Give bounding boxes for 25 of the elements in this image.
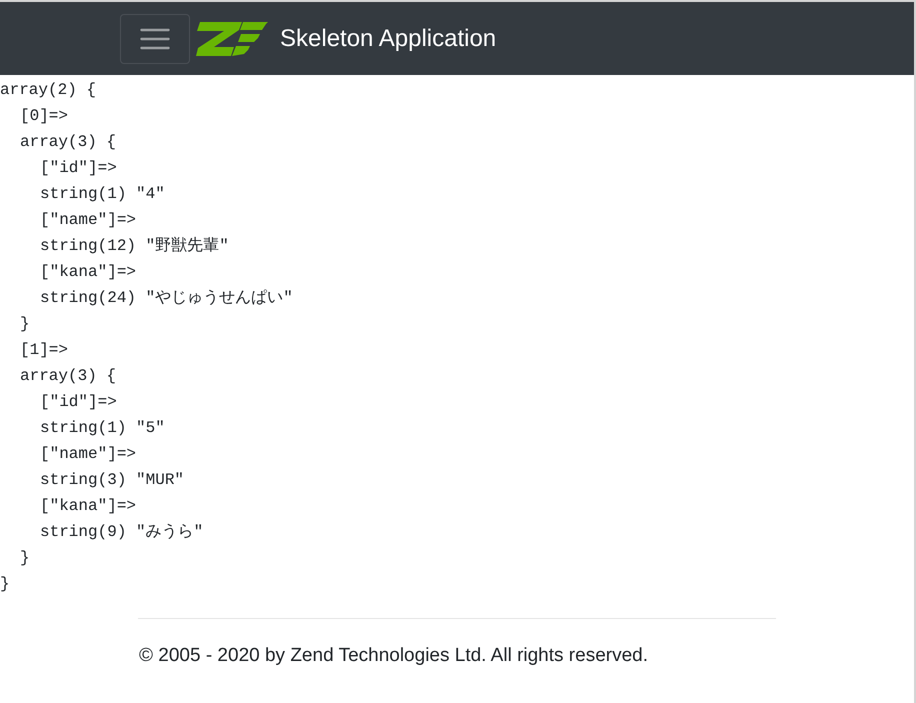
code-line: array(3) { (20, 366, 116, 387)
code-line: [1]=> (20, 340, 68, 361)
code-line: [0]=> (20, 106, 68, 127)
code-line: string(1) "5" (40, 418, 165, 439)
menu-icon (140, 28, 170, 50)
code-line: } (0, 574, 10, 595)
app-title[interactable]: Skeleton Application (280, 26, 496, 50)
code-line: ["kana"]=> (40, 262, 136, 283)
menu-toggle-button[interactable] (120, 14, 190, 64)
logo-icon (196, 20, 268, 56)
code-line: ["kana"]=> (40, 496, 136, 517)
code-line: string(9) "みうら" (40, 522, 204, 543)
code-line: } (20, 548, 30, 569)
code-line: array(2) { (0, 80, 96, 101)
code-line: ["name"]=> (40, 210, 136, 231)
code-line: ["id"]=> (40, 158, 117, 179)
code-line: array(3) { (20, 132, 116, 153)
code-line: ["name"]=> (40, 444, 136, 465)
code-line: string(24) "やじゅうせんぱい" (40, 288, 293, 309)
code-line: string(3) "MUR" (40, 470, 184, 491)
copyright-text: © 2005 - 2020 by Zend Technologies Ltd. All rights reserved. (139, 644, 648, 668)
code-line: ["id"]=> (40, 392, 117, 413)
code-line: } (20, 314, 30, 335)
code-line: string(12) "野獣先輩" (40, 236, 229, 257)
code-line: string(1) "4" (40, 184, 165, 205)
